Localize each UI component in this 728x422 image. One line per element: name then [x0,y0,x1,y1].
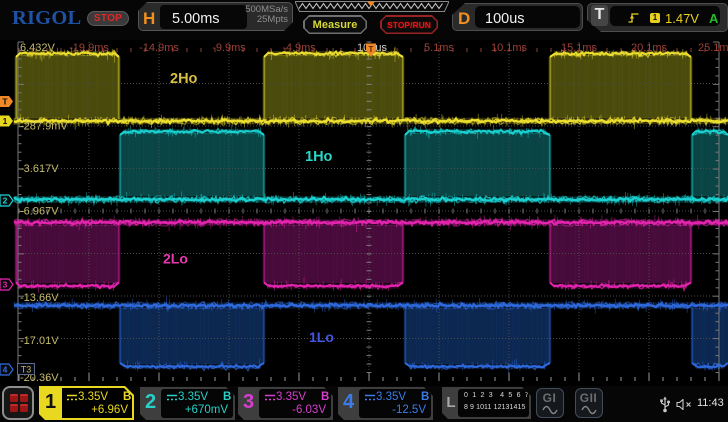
svg-text:2: 2 [3,196,8,206]
svg-text:3: 3 [3,280,8,290]
svg-text:T: T [2,97,8,107]
svg-text:2Lo: 2Lo [163,251,188,267]
svg-text:2Ho: 2Ho [170,71,198,87]
svg-text:1Ho: 1Ho [305,149,333,165]
svg-text:-13.66V: -13.66V [20,292,59,304]
svg-text:1Lo: 1Lo [309,329,334,345]
svg-text:T: T [369,45,374,54]
svg-text:-17.01V: -17.01V [20,335,59,347]
svg-text:4: 4 [3,365,8,375]
svg-text:-287.9mV: -287.9mV [20,121,68,133]
svg-text:-3.617V: -3.617V [20,163,59,175]
svg-text:10.1ms: 10.1ms [491,42,528,54]
svg-text:-9.9ms: -9.9ms [212,42,246,54]
svg-text:-14.9ms: -14.9ms [139,42,179,54]
svg-text:25.1ms: 25.1ms [698,42,728,54]
svg-text:6.432V: 6.432V [20,42,56,54]
svg-text:T3: T3 [21,365,32,375]
svg-text:-6.967V: -6.967V [20,206,59,218]
svg-text:5.1ms: 5.1ms [424,42,454,54]
svg-text:1: 1 [3,116,8,126]
